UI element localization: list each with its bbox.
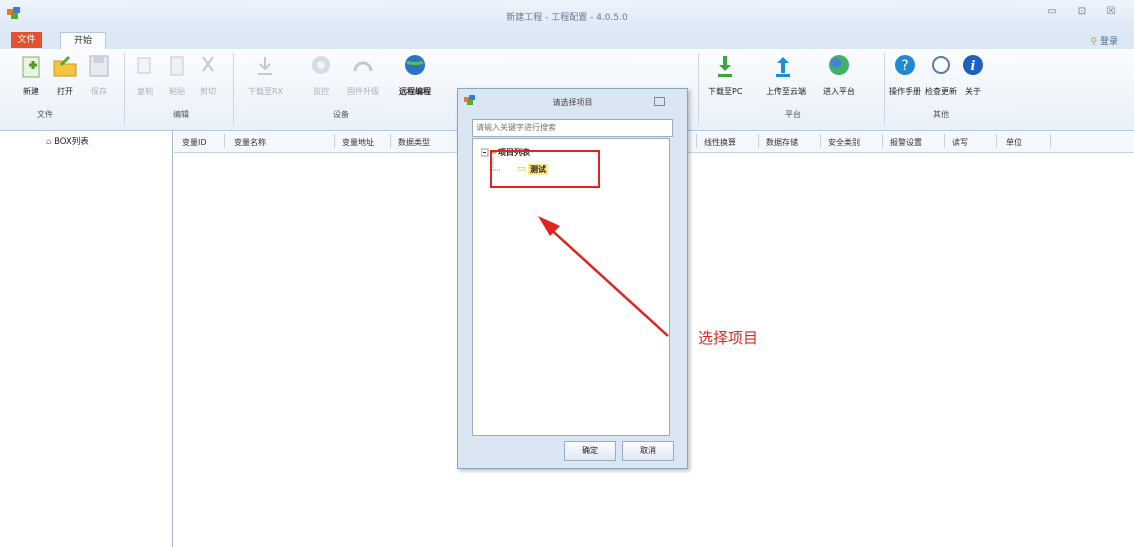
new-button[interactable]: 新建 — [14, 53, 48, 97]
column-header[interactable]: 变量名称 — [234, 137, 266, 148]
check-update-button[interactable]: 检查更新 — [924, 53, 958, 97]
sidebar-item-box-list[interactable]: ⌂ BOX列表 — [46, 135, 89, 147]
firmware-icon — [353, 61, 373, 72]
select-project-dialog: 请选择项目 ▰ 项目列表 ▭ 测试 确定 取消 — [457, 88, 688, 469]
download-rx-label: 下载至RX — [248, 87, 284, 96]
sidebar-item-label: BOX列表 — [54, 137, 89, 147]
cut-icon — [202, 56, 214, 72]
download-icon — [258, 57, 272, 75]
manual-label: 操作手册 — [889, 87, 921, 96]
copy-icon — [137, 57, 151, 74]
column-header[interactable]: 变量地址 — [342, 137, 374, 148]
home-icon: ⌂ — [46, 137, 55, 147]
restore-button[interactable]: ⊡ — [1073, 6, 1091, 20]
column-header[interactable]: 报警设置 — [890, 137, 922, 148]
box-list-panel: ⌂ BOX列表 — [0, 131, 173, 547]
title-bar: 新建工程 - 工程配置 - 4.0.5.0 ▭ ⊡ ☒ — [0, 0, 1134, 30]
group-label-edit: 编辑 — [173, 110, 189, 119]
ribbon-tab-bar: 文件 开始 ⚲ 登录 — [0, 30, 1134, 50]
download-pc-label: 下载至PC — [708, 87, 743, 96]
open-folder-icon — [53, 55, 77, 77]
column-header[interactable]: 读写 — [952, 137, 968, 148]
monitor-label: 监控 — [313, 87, 329, 96]
column-header[interactable]: 数据类型 — [398, 137, 430, 148]
update-icon — [932, 56, 950, 74]
login-label: 登录 — [1099, 37, 1118, 47]
svg-text:i: i — [971, 59, 976, 74]
platform-icon — [829, 55, 849, 75]
project-search-input[interactable] — [472, 119, 673, 137]
column-header[interactable]: 单位 — [1006, 137, 1022, 148]
manual-button[interactable]: ? 操作手册 — [888, 53, 922, 97]
open-label: 打开 — [57, 87, 73, 96]
annotation-label: 选择项目 — [698, 329, 759, 347]
firmware-label: 固件升级 — [347, 87, 379, 96]
login-link[interactable]: ⚲ 登录 — [1091, 34, 1118, 47]
check-update-label: 检查更新 — [925, 87, 957, 96]
group-label-other: 其他 — [933, 110, 949, 119]
about-label: 关于 — [965, 87, 981, 96]
svg-text:?: ? — [901, 58, 908, 74]
save-icon — [89, 55, 109, 77]
about-button[interactable]: i 关于 — [956, 53, 990, 97]
new-file-icon — [22, 56, 40, 78]
paste-label: 粘贴 — [169, 87, 185, 96]
window-title: 新建工程 - 工程配置 - 4.0.5.0 — [506, 13, 628, 23]
highlight-box — [490, 150, 600, 188]
upload-cloud-label: 上传至云端 — [766, 87, 806, 96]
info-icon: i — [963, 55, 983, 75]
globe-icon — [405, 55, 425, 75]
save-label: 保存 — [91, 87, 107, 96]
cut-button[interactable]: 剪切 — [191, 53, 225, 97]
column-header[interactable]: 安全类别 — [828, 137, 860, 148]
copy-label: 复制 — [137, 87, 153, 96]
dialog-maximize-button[interactable] — [654, 97, 665, 106]
upload-cloud-button[interactable]: 上传至云端 — [766, 53, 806, 97]
group-label-platform: 平台 — [785, 110, 801, 119]
upload-cloud-icon — [776, 57, 790, 77]
download-rx-button[interactable]: 下载至RX — [248, 53, 284, 97]
download-pc-icon — [718, 56, 732, 77]
enter-platform-button[interactable]: 进入平台 — [822, 53, 856, 97]
tab-start[interactable]: 开始 — [60, 32, 106, 49]
save-button[interactable]: 保存 — [82, 53, 116, 97]
column-header[interactable]: 数据存储 — [766, 137, 798, 148]
new-label: 新建 — [23, 87, 39, 96]
remote-program-label: 远程编程 — [399, 87, 431, 96]
cut-label: 剪切 — [200, 87, 216, 96]
column-header[interactable]: 变量ID — [182, 137, 207, 148]
firmware-upgrade-button[interactable]: 固件升级 — [346, 53, 380, 97]
remote-program-button[interactable]: 远程编程 — [398, 53, 432, 97]
paste-button[interactable]: 粘贴 — [160, 53, 194, 97]
cancel-button[interactable]: 取消 — [622, 441, 674, 461]
tab-file[interactable]: 文件 — [11, 32, 42, 48]
copy-button[interactable]: 复制 — [128, 53, 162, 97]
close-button[interactable]: ☒ — [1102, 6, 1120, 20]
monitor-button[interactable]: 监控 — [304, 53, 338, 97]
ok-button[interactable]: 确定 — [564, 441, 616, 461]
enter-platform-label: 进入平台 — [823, 87, 855, 96]
paste-icon — [170, 56, 184, 76]
group-label-device: 设备 — [333, 110, 349, 119]
monitor-icon — [312, 56, 330, 74]
minimize-button[interactable]: ▭ — [1043, 6, 1061, 20]
download-pc-button[interactable]: 下载至PC — [708, 53, 742, 97]
user-icon: ⚲ — [1090, 37, 1100, 47]
group-label-file: 文件 — [37, 110, 53, 119]
open-button[interactable]: 打开 — [48, 53, 82, 97]
help-icon: ? — [895, 55, 915, 75]
column-header[interactable]: 线性换算 — [704, 137, 736, 148]
dialog-title: 请选择项目 — [552, 98, 593, 107]
